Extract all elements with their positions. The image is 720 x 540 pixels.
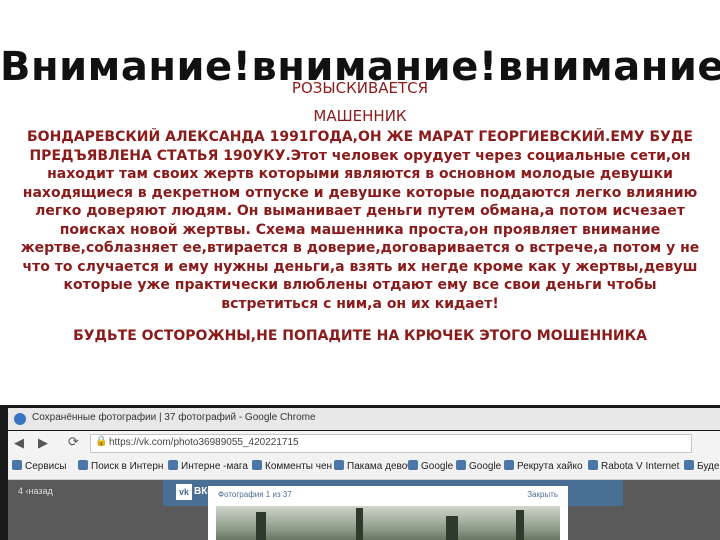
tree-shape [356, 508, 363, 540]
reload-icon[interactable]: ⟳ [68, 434, 79, 450]
google-icon [456, 460, 466, 470]
apps-icon [12, 460, 22, 470]
body-line: что то случается и ему нужны деньги,а вз… [22, 258, 698, 275]
body-line: легко доверяют людям. Он выманивает день… [35, 203, 685, 219]
body-text: БОНДАРЕВСКИЙ АЛЕКСАНДА 1991ГОДА,ОН ЖЕ МА… [0, 128, 720, 313]
body-line: жертве,соблазняет ее,втирается в доверие… [20, 240, 700, 256]
bookmark-icon [168, 460, 178, 470]
tree-shape [446, 516, 458, 540]
browser-screenshot: Сохранённые фотографии | 37 фотографий -… [0, 405, 720, 540]
body-line: которые уже практически влюблены отдают … [63, 277, 657, 293]
bookmark-item[interactable]: Сервисы [12, 460, 66, 472]
bookmark-item[interactable]: Рекрута хайко [504, 460, 583, 472]
address-bar: ◀ ▶ ⟳ 🔒 https://vk.com/photo36989055_420… [8, 431, 720, 456]
tree-shape [516, 510, 524, 540]
body-line: БОНДАРЕВСКИЙ АЛЕКСАНДА 1991ГОДА,ОН ЖЕ МА… [27, 129, 693, 145]
bookmark-icon [78, 460, 88, 470]
url-input[interactable]: 🔒 https://vk.com/photo36989055_420221715 [90, 434, 692, 453]
close-button[interactable]: Закрыть [527, 490, 558, 499]
back-link[interactable]: 4 ‹назад [18, 486, 53, 496]
bookmark-item[interactable]: Пакама девоч- [334, 460, 416, 472]
back-arrow-icon[interactable]: ◀ [14, 435, 24, 451]
bookmark-icon [504, 460, 514, 470]
body-line: поисках новой жертвы. Схема машенника пр… [59, 221, 661, 238]
url-text: https://vk.com/photo36989055_420221715 [109, 437, 299, 448]
bookmark-item[interactable]: Rabota V Internet [588, 460, 679, 472]
photo-image[interactable] [216, 506, 560, 540]
browser-titlebar: Сохранённые фотографии | 37 фотографий -… [8, 408, 720, 430]
window-title: Сохранённые фотографии | 37 фотографий -… [32, 412, 316, 423]
body-line: находит там своих жертв которыми являютс… [47, 166, 673, 182]
bookmark-icon [588, 460, 598, 470]
body-line: встретиться с ним,а он их кидает! [221, 295, 499, 312]
lock-icon: 🔒 [95, 436, 108, 447]
chrome-icon [14, 413, 26, 425]
google-icon [408, 460, 418, 470]
bookmarks-bar: Сервисы Поиск в Интерн Интерне -мага Ком… [8, 455, 720, 480]
warning-text: БУДЬТЕ ОСТОРОЖНЫ,НЕ ПОПАДИТЕ НА КРЮЧЕК Э… [73, 328, 647, 344]
bookmark-item[interactable]: Поиск в Интерн [78, 460, 163, 472]
photo-viewer: Фотография 1 из 37 Закрыть [208, 486, 568, 540]
fraudster-label: МАШЕННИК [313, 107, 407, 125]
body-line: ПРЕДЪЯВЛЕНА СТАТЬЯ 190УКУ.Этот человек о… [29, 147, 691, 164]
bookmark-icon [334, 460, 344, 470]
vk-logo-icon[interactable]: vk [176, 484, 192, 500]
bookmark-icon [684, 460, 694, 470]
bookmark-item[interactable]: Интерне -мага [168, 460, 248, 472]
forward-arrow-icon[interactable]: ▶ [38, 435, 48, 451]
photo-counter: Фотография 1 из 37 [218, 490, 292, 499]
body-line: находящиеся в декретном отпуске и девушк… [22, 184, 698, 201]
page-content: 4 ‹назад vk ВКон Фотография 1 из 37 Закр… [8, 480, 720, 540]
tree-shape [256, 512, 266, 540]
bookmark-item[interactable]: Буде [684, 460, 719, 472]
bookmark-item[interactable]: Комменты чен [252, 460, 332, 472]
wanted-label: РОЗЫСКИВАЕТСЯ [291, 79, 429, 97]
bookmark-item[interactable]: Google [456, 460, 501, 472]
bookmark-item[interactable]: Google [408, 460, 453, 472]
bookmark-icon [252, 460, 262, 470]
